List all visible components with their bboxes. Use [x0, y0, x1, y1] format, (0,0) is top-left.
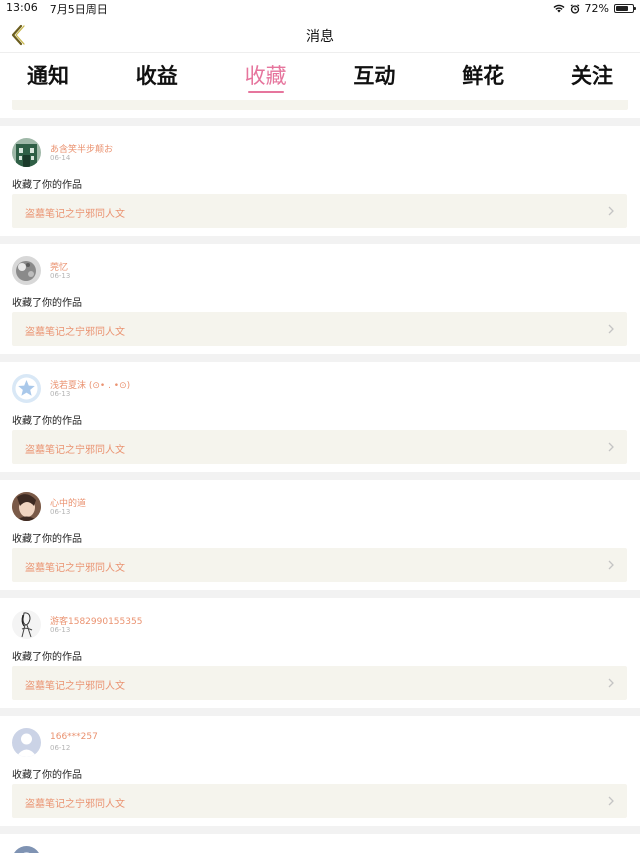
tab-follows[interactable]: 关注 [568, 53, 616, 100]
list-item-partial [0, 834, 640, 853]
alarm-icon [570, 3, 579, 14]
list-item-partial [0, 100, 640, 118]
date: 06-12 [50, 744, 71, 752]
work-title: 盗墓笔记之宁邪同人文 [25, 681, 125, 692]
action-text: 收藏了你的作品 [12, 298, 82, 309]
date: 06-13 [50, 626, 71, 634]
category-tabs: 通知 收益 收藏 互动 鲜花 关注 [0, 53, 640, 100]
action-text: 收藏了你的作品 [12, 652, 82, 663]
list-item: 心中的道 06-13 收藏了你的作品 盗墓笔记之宁邪同人文 [0, 480, 640, 590]
status-bar: 13:06 7月5日周日 72% [0, 0, 640, 17]
chevron-right-icon [608, 678, 614, 688]
tab-notifications[interactable]: 通知 [24, 53, 72, 100]
work-title: 盗墓笔记之宁邪同人文 [25, 799, 125, 810]
battery-level [616, 6, 628, 11]
work-title: 盗墓笔记之宁邪同人文 [25, 563, 125, 574]
date: 06-13 [50, 390, 71, 398]
wifi-icon [553, 4, 565, 13]
message-feed: あ含笑半步颠お 06-14 收藏了你的作品 盗墓笔记之宁邪同人文 莞忆 06-1… [0, 100, 640, 853]
action-text: 收藏了你的作品 [12, 534, 82, 545]
action-text: 收藏了你的作品 [12, 180, 82, 191]
avatar[interactable] [12, 610, 41, 639]
chevron-right-icon [608, 442, 614, 452]
work-title: 盗墓笔记之宁邪同人文 [25, 327, 125, 338]
chevron-right-icon [608, 206, 614, 216]
battery-icon [614, 4, 636, 13]
tab-interactions[interactable]: 互动 [350, 53, 398, 100]
date: 06-14 [50, 154, 71, 162]
navigation-bar: 消息 [0, 17, 640, 53]
status-date: 7月5日周日 [49, 2, 108, 16]
tab-earnings[interactable]: 收益 [133, 53, 181, 100]
avatar[interactable] [12, 492, 41, 521]
username[interactable]: 166***257 [50, 732, 98, 742]
date: 06-13 [50, 272, 71, 280]
tab-favorites[interactable]: 收藏 [242, 53, 290, 100]
avatar[interactable] [12, 374, 41, 403]
list-item: あ含笑半步颠お 06-14 收藏了你的作品 盗墓笔记之宁邪同人文 [0, 126, 640, 236]
work-link-partial[interactable] [12, 100, 628, 110]
avatar[interactable] [12, 728, 41, 757]
chevron-right-icon [608, 324, 614, 334]
work-title: 盗墓笔记之宁邪同人文 [25, 445, 125, 456]
list-item: 浅若夏沫 (⊙• . •⊙) 06-13 收藏了你的作品 盗墓笔记之宁邪同人文 [0, 362, 640, 472]
tab-flowers[interactable]: 鲜花 [459, 53, 507, 100]
list-item: 游客1582990155355 06-13 收藏了你的作品 盗墓笔记之宁邪同人文 [0, 598, 640, 708]
work-link[interactable]: 盗墓笔记之宁邪同人文 [12, 548, 627, 582]
status-time: 13:06 [6, 0, 38, 14]
action-text: 收藏了你的作品 [12, 770, 82, 781]
action-text: 收藏了你的作品 [12, 416, 82, 427]
avatar[interactable] [12, 138, 41, 167]
work-link[interactable]: 盗墓笔记之宁邪同人文 [12, 194, 627, 228]
work-link[interactable]: 盗墓笔记之宁邪同人文 [12, 430, 627, 464]
chevron-right-icon [608, 560, 614, 570]
chevron-right-icon [608, 796, 614, 806]
work-title: 盗墓笔记之宁邪同人文 [25, 209, 125, 220]
work-link[interactable]: 盗墓笔记之宁邪同人文 [12, 312, 627, 346]
list-item: 莞忆 06-13 收藏了你的作品 盗墓笔记之宁邪同人文 [0, 244, 640, 354]
avatar[interactable] [12, 846, 41, 853]
work-link[interactable]: 盗墓笔记之宁邪同人文 [12, 666, 627, 700]
page-title: 消息 [306, 29, 334, 45]
avatar[interactable] [12, 256, 41, 285]
list-item: 166***257 06-12 收藏了你的作品 盗墓笔记之宁邪同人文 [0, 716, 640, 826]
work-link[interactable]: 盗墓笔记之宁邪同人文 [12, 784, 627, 818]
date: 06-13 [50, 508, 71, 516]
battery-percent: 72% [584, 2, 609, 15]
